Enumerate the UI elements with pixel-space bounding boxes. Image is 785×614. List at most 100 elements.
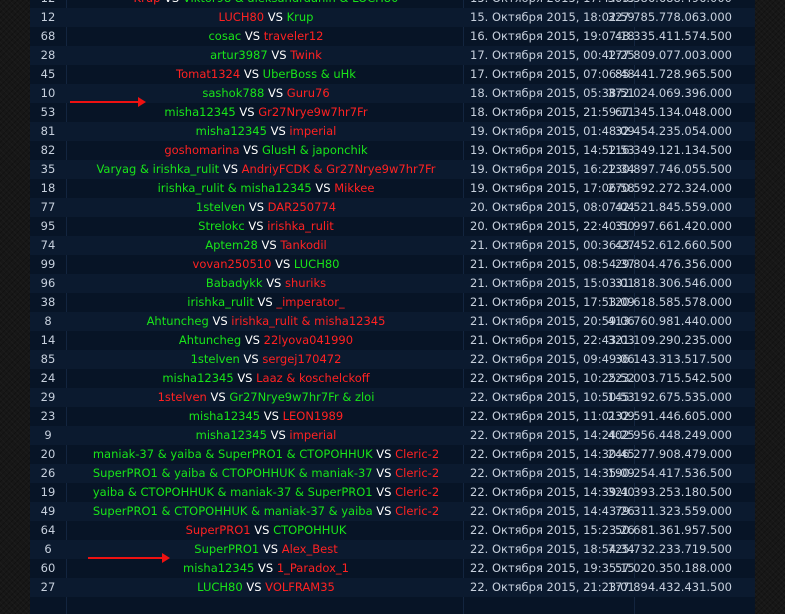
right-team-link[interactable]: AndriyFCDK & Gr27Nrye9w7hr7Fr xyxy=(242,162,436,176)
battle-score: 57.020.350.188.000 xyxy=(614,561,732,575)
left-team-link[interactable]: sashok788 xyxy=(202,86,264,100)
match-cell: goshomarina VS GlusH & japonchik xyxy=(66,141,466,160)
left-team-link[interactable]: artur3987 xyxy=(210,48,268,62)
vs-label: VS xyxy=(267,86,284,100)
row-number: 68 xyxy=(40,29,56,43)
vs-label: VS xyxy=(271,48,287,62)
right-team-link[interactable]: Mikkee xyxy=(334,181,374,195)
right-team-link[interactable]: _imperator_ xyxy=(276,295,344,309)
vs-label: VS xyxy=(239,105,255,119)
row-number: 28 xyxy=(40,48,56,62)
right-team-link[interactable]: Alex_Best xyxy=(282,542,338,556)
left-team-link[interactable]: 1stelven xyxy=(196,200,245,214)
right-team-link[interactable]: imperial xyxy=(289,124,336,138)
left-team-link[interactable]: 1stelven xyxy=(191,352,240,366)
table-row: 64 SuperPRO1 VS CTOPOHHUK 22. Октября 2015… xyxy=(30,521,755,540)
left-team-link[interactable]: misha12345 xyxy=(196,428,267,442)
battle-score: 79.311.323.559.000 xyxy=(614,504,732,518)
right-team-link[interactable]: irishka_rulit & misha12345 xyxy=(231,314,385,328)
right-team-link[interactable]: Laaz & koschelckoff xyxy=(256,371,370,385)
left-team-link[interactable]: Strelokc xyxy=(198,219,245,233)
table-row: 18 irishka_rulit & misha12345 VS Mikkee 19… xyxy=(30,179,755,198)
left-team-link[interactable]: irishka_rulit xyxy=(187,295,254,309)
left-team-link[interactable]: Krup xyxy=(134,0,161,5)
right-team-link[interactable]: DAR250774 xyxy=(268,200,336,214)
battle-score: 67.345.134.048.000 xyxy=(614,105,732,119)
battle-score: 321.109.290.235.000 xyxy=(607,333,732,347)
match-cell: Ahtuncheg VS irishka_rulit & misha12345 xyxy=(66,312,466,331)
left-team-link[interactable]: yaiba & CTOPOHHUK & maniak-37 & SuperPRO… xyxy=(93,485,373,499)
right-team-link[interactable]: LUCH80 xyxy=(294,257,340,271)
left-team-link[interactable]: vovan250510 xyxy=(193,257,272,271)
right-team-link[interactable]: Krup xyxy=(287,10,314,24)
left-team-link[interactable]: misha12345 xyxy=(189,409,260,423)
right-team-link[interactable]: UberBoss & uHk xyxy=(263,67,356,81)
left-team-link[interactable]: SuperPRO1 xyxy=(194,542,259,556)
match-cell: misha12345 VS imperial xyxy=(66,122,466,141)
left-team-link[interactable]: Tomat1324 xyxy=(176,67,240,81)
table-row: 12 LUCH80 VS Krup 15. Октября 2015, 18:02:… xyxy=(30,8,755,27)
right-team-link[interactable]: Cleric-2 xyxy=(395,485,439,499)
row-number: 19 xyxy=(40,485,56,499)
left-team-link[interactable]: maniak-37 & yaiba & SuperPRO1 & CTOPOHHU… xyxy=(93,447,373,461)
table-row: 96 Babadykk VS shuriks 21. Октября 2015, 1… xyxy=(30,274,755,293)
right-team-link[interactable]: irishka_rulit xyxy=(267,219,334,233)
right-team-link[interactable]: Gr27Nrye9w7hr7Fr & zloi xyxy=(229,390,374,404)
right-team-link[interactable]: VOLFRAM35 xyxy=(265,580,335,594)
right-team-link[interactable]: Cleric-2 xyxy=(395,504,439,518)
right-team-link[interactable]: Twink xyxy=(290,48,322,62)
battle-score: 190.254.417.536.500 xyxy=(607,466,732,480)
left-team-link[interactable]: Ahtuncheg xyxy=(179,333,241,347)
right-team-link[interactable]: Viktor98 & aleksandrdanin & LOCH80 xyxy=(183,0,399,5)
left-team-link[interactable]: 1stelven xyxy=(158,390,207,404)
left-team-link[interactable]: misha12345 xyxy=(183,561,254,575)
match-cell: Ahtuncheg VS 22lyova041990 xyxy=(66,331,466,350)
results-table-panel: 12Krup VS Viktor98 & aleksandrdanin & LO… xyxy=(30,0,755,614)
right-team-link[interactable]: Cleric-2 xyxy=(395,466,439,480)
vs-label: VS xyxy=(376,504,392,518)
row-number: 6 xyxy=(44,542,52,556)
left-team-link[interactable]: irishka_rulit & misha12345 xyxy=(158,181,312,195)
right-team-link[interactable]: Guru76 xyxy=(287,86,330,100)
battle-score: 223.003.715.542.500 xyxy=(607,371,732,385)
left-team-link[interactable]: misha12345 xyxy=(196,124,267,138)
left-team-link[interactable]: misha12345 xyxy=(164,105,235,119)
match-cell: misha12345 VS imperial xyxy=(66,426,466,445)
battle-results-table: 12Krup VS Viktor98 & aleksandrdanin & LO… xyxy=(30,0,755,597)
match-cell: SuperPRO1 & yaiba & CTOPOHHUK & maniak-3… xyxy=(66,464,466,483)
table-row: 28 artur3987 VS Twink 17. Октября 2015, 00… xyxy=(30,46,755,65)
left-team-link[interactable]: LUCH80 xyxy=(219,10,265,24)
left-team-link[interactable]: misha12345 xyxy=(162,371,233,385)
left-team-link[interactable]: Varyag & irishka_rulit xyxy=(96,162,219,176)
right-team-link[interactable]: imperial xyxy=(289,428,336,442)
right-team-link[interactable]: Cleric-2 xyxy=(395,447,439,461)
left-team-link[interactable]: SuperPRO1 xyxy=(186,523,251,537)
right-team-link[interactable]: 1_Paradox_1 xyxy=(277,561,349,575)
left-team-link[interactable]: LUCH80 xyxy=(197,580,243,594)
left-team-link[interactable]: Ahtuncheg xyxy=(147,314,209,328)
left-team-link[interactable]: goshomarina xyxy=(164,143,239,157)
right-team-link[interactable]: Gr27Nrye9w7hr7Fr xyxy=(258,105,367,119)
match-cell: Krup VS Viktor98 & aleksandrdanin & LOCH… xyxy=(66,0,466,8)
match-cell: SuperPRO1 & CTOPOHHUK & maniak-37 & yaib… xyxy=(66,502,466,521)
right-team-link[interactable]: LEON1989 xyxy=(283,409,344,423)
right-team-link[interactable]: 22lyova041990 xyxy=(264,333,353,347)
row-number: 45 xyxy=(40,67,56,81)
left-team-link[interactable]: SuperPRO1 & CTOPOHHUK & maniak-37 & yaib… xyxy=(93,504,373,518)
left-team-link[interactable]: Babadykk xyxy=(206,276,263,290)
row-number: 60 xyxy=(40,561,56,575)
row-number: 8 xyxy=(44,314,52,328)
right-team-link[interactable]: Tankodil xyxy=(280,238,326,252)
battle-score: 725.732.233.719.500 xyxy=(607,542,732,556)
left-team-link[interactable]: Aptem28 xyxy=(205,238,258,252)
row-number: 85 xyxy=(40,352,56,366)
right-team-link[interactable]: GlusH & japonchik xyxy=(262,143,368,157)
right-team-link[interactable]: traveler12 xyxy=(264,29,324,43)
left-team-link[interactable]: cosac xyxy=(208,29,241,43)
right-team-link[interactable]: CTOPOHHUK xyxy=(273,523,346,537)
vs-label: VS xyxy=(222,162,239,176)
vs-label: VS xyxy=(254,523,270,537)
right-team-link[interactable]: shuriks xyxy=(285,276,326,290)
left-team-link[interactable]: SuperPRO1 & yaiba & CTOPOHHUK & maniak-3… xyxy=(93,466,373,480)
right-team-link[interactable]: sergej170472 xyxy=(262,352,341,366)
